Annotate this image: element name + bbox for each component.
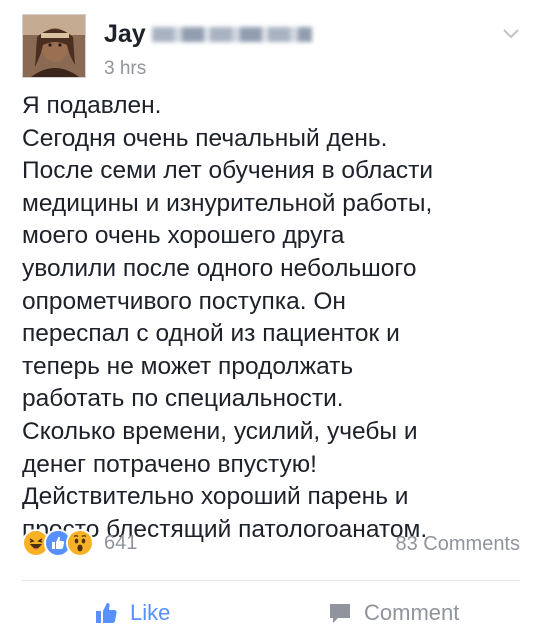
author-name[interactable]: Jay [104,20,312,49]
comment-count[interactable]: 83 Comments [396,533,521,556]
post-body-line: Сегодня очень печальный день. [22,124,388,152]
post-body-line: медицины и изнурительной работы, [22,189,433,217]
like-button[interactable]: Like [94,600,170,626]
redacted-name-blur [151,27,312,42]
post-body-line: Я подавлен. [22,92,162,119]
chevron-down-icon[interactable] [500,22,522,44]
post-body-line: моего очень хорошего друга [22,222,345,250]
post-body-line: работать по специальности. [22,385,344,413]
post-body-line: уволили после одного небольшого [22,254,417,282]
post-body-line: Сколько времени, усилий, учебы и [22,417,418,445]
facebook-post: Jay 3 hrs Я подавлен. Сегодня очень печа… [0,0,540,634]
post-body-line: переспал с одной из пациенток и [22,320,400,348]
avatar[interactable] [22,14,86,78]
like-label: Like [130,600,171,625]
comment-icon [328,601,352,625]
post-body: Я подавлен. Сегодня очень печальный день… [22,90,522,546]
post-body-line: опрометчивого поступка. Он [22,287,346,315]
post-header: Jay 3 hrs [22,14,522,84]
comment-label: Comment [364,600,460,625]
reactions-summary[interactable]: 641 [22,529,137,557]
author-first-name[interactable]: Jay [104,20,146,49]
post-stats: 641 83 Comments [22,527,520,559]
wow-icon [66,529,94,557]
post-body-line: теперь не может продолжать [22,352,354,380]
comment-button[interactable]: Comment [328,600,459,626]
post-body-line: Действительно хороший парень и [22,483,409,511]
post-timestamp[interactable]: 3 hrs [104,58,146,80]
post-body-line: денег потрачено впустую! [22,450,317,478]
thumbs-up-icon [94,601,118,625]
reaction-count[interactable]: 641 [104,532,137,555]
divider [22,580,520,581]
post-body-line: После семи лет обучения в области [22,157,434,185]
post-actions: Like Comment [22,594,520,634]
